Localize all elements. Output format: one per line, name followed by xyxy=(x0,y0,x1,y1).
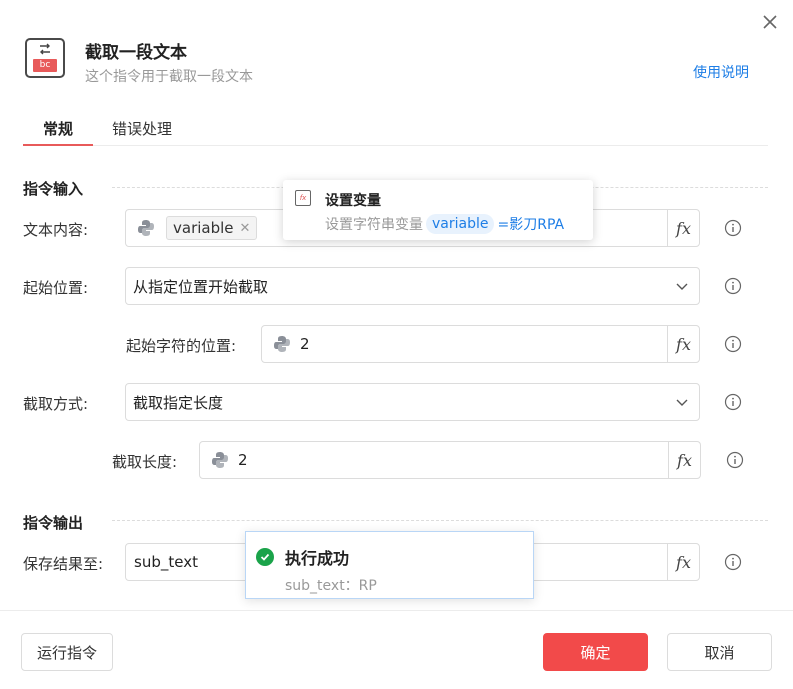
chevron-down-icon xyxy=(676,283,688,290)
info-icon[interactable] xyxy=(724,277,742,295)
dialog-title: 截取一段文本 xyxy=(85,43,187,63)
fx-button[interactable]: fx xyxy=(667,210,699,246)
chevron-down-icon xyxy=(676,399,688,406)
start-char-value: 2 xyxy=(300,335,310,353)
cut-mode-select[interactable]: 截取指定长度 xyxy=(125,383,700,421)
cut-mode-value: 截取指定长度 xyxy=(133,393,224,412)
info-icon[interactable] xyxy=(724,219,742,237)
variable-tag[interactable]: variable ✕ xyxy=(166,216,258,240)
python-icon xyxy=(210,450,230,470)
cut-length-input[interactable]: 2 fx xyxy=(199,441,701,479)
python-icon xyxy=(136,218,156,238)
popup-assigned-value: =影刀RPA xyxy=(497,217,565,233)
info-icon[interactable] xyxy=(724,553,742,571)
start-position-label: 起始位置: xyxy=(23,279,89,297)
close-icon[interactable] xyxy=(760,12,780,32)
success-toast: 执行成功 sub_text：RP xyxy=(245,531,534,599)
popup-description: 设置字符串变量 variable =影刀RPA xyxy=(325,214,564,234)
swap-icon xyxy=(27,40,63,57)
text-content-label: 文本内容: xyxy=(23,221,89,239)
section-input-title: 指令输入 xyxy=(23,180,84,198)
cut-length-value: 2 xyxy=(238,451,248,469)
tab-general[interactable]: 常规 xyxy=(23,118,93,146)
popup-title: 设置变量 xyxy=(325,193,381,209)
confirm-button[interactable]: 确定 xyxy=(543,633,648,671)
info-icon[interactable] xyxy=(726,451,744,469)
fx-button[interactable]: fx xyxy=(667,326,699,362)
toast-title: 执行成功 xyxy=(285,549,350,568)
start-char-input[interactable]: 2 fx xyxy=(261,325,700,363)
icon-badge: bc xyxy=(33,59,57,72)
save-to-label: 保存结果至: xyxy=(23,555,104,573)
footer-divider xyxy=(0,610,793,611)
info-icon[interactable] xyxy=(724,393,742,411)
variable-tag-label: variable xyxy=(173,219,234,237)
remove-tag-icon[interactable]: ✕ xyxy=(240,221,251,236)
info-icon[interactable] xyxy=(724,335,742,353)
section-divider xyxy=(112,520,768,521)
text-command-icon: bc xyxy=(25,38,65,78)
toast-detail: sub_text：RP xyxy=(285,578,377,594)
dialog: bc 截取一段文本 这个指令用于截取一段文本 使用说明 常规 错误处理 指令输入… xyxy=(0,0,793,689)
variable-source-popup[interactable]: fx 设置变量 设置字符串变量 variable =影刀RPA xyxy=(283,180,593,240)
check-icon xyxy=(256,548,274,566)
dialog-subtitle: 这个指令用于截取一段文本 xyxy=(85,69,253,85)
start-char-label: 起始字符的位置: xyxy=(126,337,237,355)
set-variable-icon: fx xyxy=(295,190,311,206)
cancel-button[interactable]: 取消 xyxy=(667,633,772,671)
tab-error-handling[interactable]: 错误处理 xyxy=(112,118,172,139)
start-position-select[interactable]: 从指定位置开始截取 xyxy=(125,267,700,305)
fx-button[interactable]: fx xyxy=(667,544,699,580)
popup-desc-prefix: 设置字符串变量 xyxy=(325,217,423,233)
cut-mode-label: 截取方式: xyxy=(23,395,89,413)
tab-bar: 常规 错误处理 xyxy=(23,112,768,146)
fx-button[interactable]: fx xyxy=(668,442,700,478)
python-icon xyxy=(272,334,292,354)
section-output-title: 指令输出 xyxy=(23,514,84,532)
help-link[interactable]: 使用说明 xyxy=(693,62,749,82)
popup-variable-name: variable xyxy=(426,214,495,234)
start-position-value: 从指定位置开始截取 xyxy=(133,277,269,296)
save-to-value: sub_text xyxy=(134,553,198,571)
cut-length-label: 截取长度: xyxy=(112,453,178,471)
run-command-button[interactable]: 运行指令 xyxy=(21,633,113,671)
